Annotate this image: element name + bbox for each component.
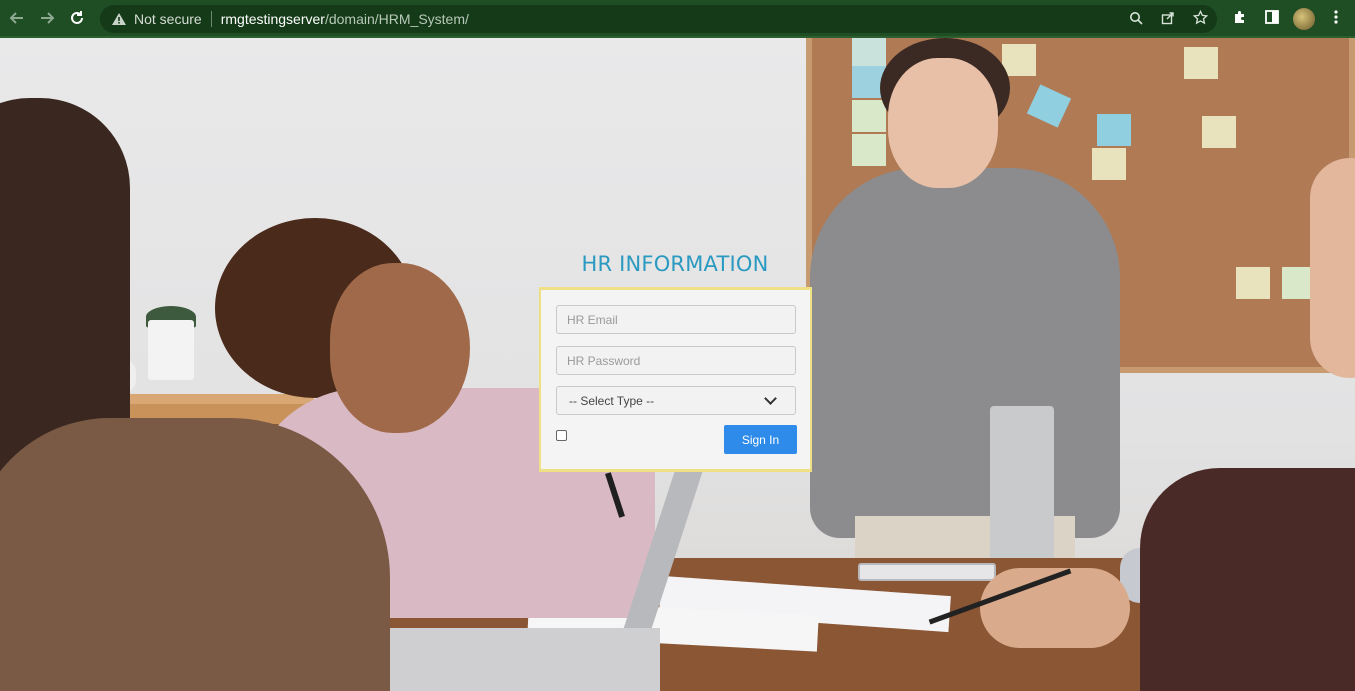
warning-icon <box>110 10 128 28</box>
browser-toolbar: Not secure rmgtestingserver/domain/HRM_S… <box>0 0 1355 38</box>
sticky-note <box>1236 267 1270 299</box>
person <box>888 58 998 188</box>
hr-email-input[interactable] <box>556 305 796 334</box>
forward-button[interactable] <box>32 3 62 33</box>
reload-icon <box>71 11 83 24</box>
sticky-note <box>1097 114 1131 146</box>
remember-checkbox[interactable] <box>556 430 567 441</box>
person <box>330 263 470 433</box>
zoom-icon[interactable] <box>1125 11 1147 28</box>
type-select-value: -- Select Type -- <box>569 393 655 408</box>
sticky-note <box>1092 148 1126 180</box>
sticky-note <box>1202 116 1236 148</box>
sticky-note <box>852 100 886 132</box>
sticky-note <box>1002 44 1036 76</box>
security-status[interactable]: Not secure <box>134 11 202 27</box>
plant-pot <box>148 320 194 380</box>
kebab-menu-icon[interactable] <box>1325 9 1347 30</box>
sticky-note <box>1184 47 1218 79</box>
puzzle-icon[interactable] <box>1229 9 1251 30</box>
share-icon[interactable] <box>1157 11 1179 28</box>
type-select[interactable]: -- Select Type -- <box>556 386 796 415</box>
login-form: -- Select Type -- Sign In <box>539 287 812 472</box>
person <box>1310 158 1355 378</box>
hr-password-input[interactable] <box>556 346 796 375</box>
url-path: /domain/HRM_System/ <box>324 11 469 27</box>
chevron-down-icon <box>764 392 777 405</box>
side-panel-icon[interactable] <box>1261 9 1283 30</box>
profile-avatar[interactable] <box>1293 8 1315 30</box>
person <box>1140 468 1355 691</box>
back-button[interactable] <box>2 3 32 33</box>
omnibox-divider <box>210 11 212 27</box>
login-title: HR INFORMATION <box>581 252 769 276</box>
arrow-left-icon <box>9 12 23 24</box>
tablet <box>858 563 996 581</box>
reload-button[interactable] <box>62 3 92 33</box>
sticky-note <box>1026 84 1072 128</box>
star-icon[interactable] <box>1189 9 1211 28</box>
laptop <box>990 406 1054 571</box>
sticky-note <box>852 134 886 166</box>
laptop <box>390 628 660 691</box>
url-host: rmgtestingserver <box>220 11 325 27</box>
arrow-right-icon <box>41 12 55 24</box>
person <box>980 568 1130 648</box>
sign-in-button[interactable]: Sign In <box>724 425 797 454</box>
address-bar[interactable]: Not secure rmgtestingserver/domain/HRM_S… <box>100 5 1217 33</box>
person <box>0 418 390 691</box>
person <box>810 168 1120 538</box>
